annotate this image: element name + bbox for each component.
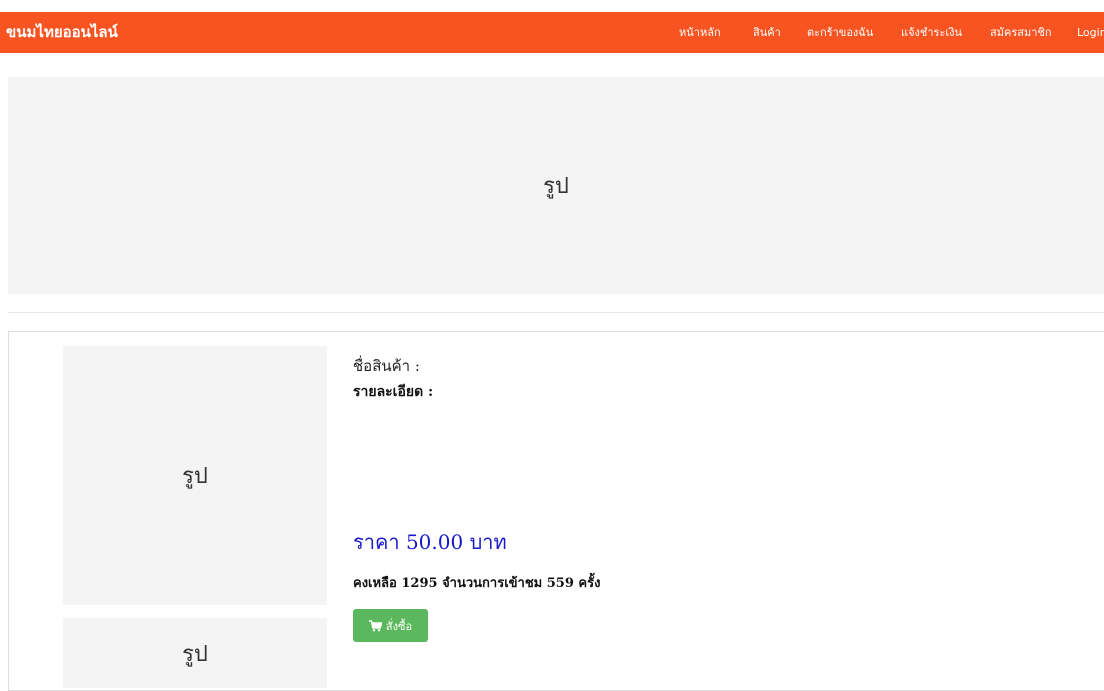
brand-logo[interactable]: ขนมไทยออนไลน์: [6, 12, 118, 53]
nav-item-login[interactable]: Login: [1077, 12, 1104, 53]
shopping-cart-icon: [368, 619, 382, 632]
product-secondary-image: รูป: [63, 618, 327, 688]
nav-item-payment-notice[interactable]: แจ้งชำระเงิน: [901, 12, 962, 53]
product-price: ราคา 50.00 บาท: [353, 526, 507, 558]
nav-item-products[interactable]: สินค้า: [753, 12, 781, 53]
product-main-image: รูป: [63, 346, 327, 605]
nav-item-register[interactable]: สมัครสมาชิก: [990, 12, 1052, 53]
price-prefix: ราคา: [353, 530, 400, 554]
secondary-image-placeholder-text: รูป: [182, 641, 208, 667]
nav-item-home[interactable]: หน้าหลัก: [679, 12, 721, 53]
banner-image: รูป: [8, 77, 1104, 294]
order-button[interactable]: สั่งซื้อ: [353, 609, 428, 642]
price-value: 50.00: [405, 530, 464, 554]
price-unit: บาท: [469, 530, 507, 554]
product-detail-label: รายละเอียด :: [353, 384, 434, 400]
section-divider: [8, 312, 1104, 313]
product-image-placeholder-text: รูป: [182, 464, 208, 489]
top-navbar: ขนมไทยออนไลน์ หน้าหลัก สินค้า ตะกร้าของฉ…: [0, 12, 1104, 53]
order-button-label: สั่งซื้อ: [385, 619, 413, 633]
nav-item-my-cart[interactable]: ตะกร้าของฉัน: [807, 12, 873, 53]
product-name-label: ชื่อสินค้า :: [353, 357, 420, 375]
banner-placeholder-text: รูป: [543, 174, 569, 199]
stock-and-views-text: คงเหลือ 1295 จำนวนการเข้าชม 559 ครั้ง: [353, 576, 601, 591]
